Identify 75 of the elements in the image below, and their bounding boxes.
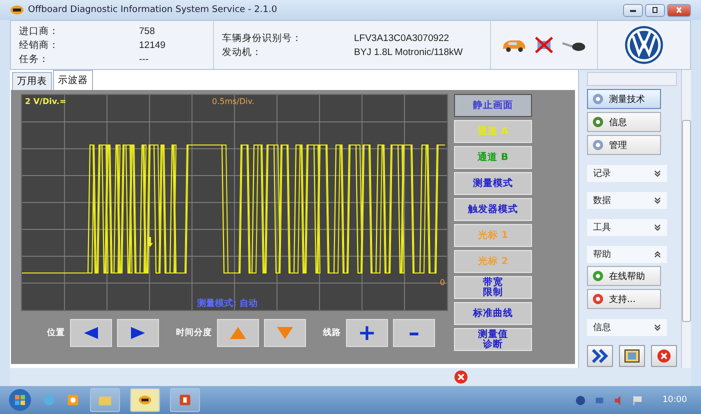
sidebar-section-header[interactable]: 信息 [587,319,667,336]
section-title: 信息 [593,321,611,334]
exit-button[interactable] [651,345,677,367]
start-orb-icon[interactable] [8,388,32,412]
flag-icon[interactable] [632,394,642,406]
maximize-button[interactable] [645,4,665,16]
up-arrow-icon [230,327,246,339]
field-label: 经销商： [19,38,60,52]
scope-function-button[interactable]: 标准曲线 [454,302,532,325]
left-arrow-button[interactable] [70,319,112,347]
app-logo-icon [10,5,24,15]
measurement-mode-text: 测量模式: 自动 [197,297,258,310]
trigger-marker-icon[interactable] [147,237,153,247]
scope-function-button[interactable]: 测量值诊断 [454,328,532,351]
close-button[interactable] [667,4,691,16]
field-label: 任务： [19,52,50,66]
scope-function-button[interactable]: 静止画面 [454,94,532,117]
sidebar-section-header[interactable]: 工具 [587,219,667,236]
down-arrow-icon [277,327,293,339]
zero-marker: 0 [440,278,445,287]
field-label: 车辆身份识别号： [222,32,303,44]
scope-function-button[interactable]: 触发器模式 [454,198,532,221]
scrollbar[interactable] [681,70,691,368]
close-icon [674,7,684,13]
section-title: 帮助 [593,248,611,261]
sidebar-button[interactable]: 支持... [587,289,661,309]
close-circle-icon [656,349,672,363]
frame-icon [624,349,640,363]
tray-icon[interactable] [574,394,586,406]
control-label: 线路 [323,327,341,339]
field-value: 12149 [139,40,166,50]
scope-function-button[interactable]: 带宽限制 [454,276,532,299]
trace-button[interactable]: + [346,319,388,347]
trace-button[interactable]: – [393,319,435,347]
circular-logo-icon [624,25,664,65]
minimize-icon [628,7,638,13]
maximize-icon [650,7,660,13]
sidebar-button[interactable]: 在线帮助 [587,266,661,286]
sidebar-section-header[interactable]: 记录 [587,165,667,182]
section-title: 记录 [593,167,611,180]
section-title: 数据 [593,194,611,207]
time-per-division: 0.5ms/Div. [212,97,254,106]
scope-function-button[interactable]: 测量模式 [454,172,532,195]
right-arrow-icon [130,327,146,339]
presentation-icon [178,393,192,407]
window-title: Offboard Diagnostic Information System Service - 2.1.0 [28,5,278,15]
field-value: LFV3A13C0A3070922 [354,32,450,44]
double-chevron-icon [592,349,608,363]
left-arrow-icon [83,327,99,339]
fit-screen-button[interactable] [619,345,645,367]
control-label: 时间分度 [176,327,212,339]
close-circle-icon[interactable] [454,370,468,384]
tab[interactable]: 万用表 [12,72,52,90]
tab[interactable]: 示波器 [53,70,93,90]
field-label: 进口商： [19,24,60,38]
sidebar-button[interactable]: 信息 [587,112,661,132]
control-label: 位置 [47,327,65,339]
field-value: BYJ 1.8L Motronic/118kW [354,46,463,58]
clock: 10:00 [662,395,687,405]
field-label: 发动机： [222,46,263,58]
volts-per-division: 2 V/Div.= [25,97,66,106]
app-logo-icon [138,393,152,407]
app-icon[interactable] [66,393,80,407]
taskbar-button[interactable] [130,388,160,412]
minimize-button[interactable] [623,4,643,16]
field-value: --- [139,54,148,64]
forward-button[interactable] [587,345,613,367]
field-value: 758 [139,26,155,36]
taskbar-button[interactable] [170,388,200,412]
section-title: 工具 [593,221,611,234]
right-arrow-button[interactable] [117,319,159,347]
sidebar-section-header[interactable]: 帮助 [587,246,667,263]
sidebar-button[interactable]: 管理 [587,135,661,155]
sidebar-section-header[interactable]: 数据 [587,192,667,209]
sidebar-button[interactable]: 测量技术 [587,89,661,109]
